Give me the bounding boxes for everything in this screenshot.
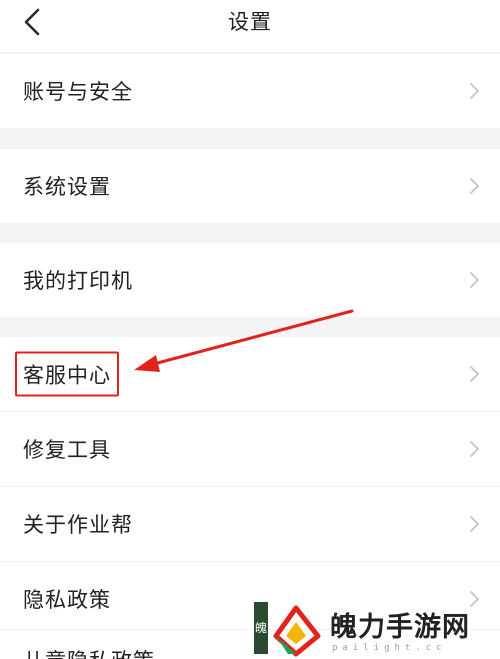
- watermark-domain: pailight.cc: [332, 643, 447, 653]
- chevron-right-icon: [470, 516, 479, 532]
- settings-screen: 设置 账号与安全 系统设置 我的打印机 客服中心 修复工具 关于作业帮 隐私政策…: [0, 0, 500, 659]
- watermark-logo-icon: 魄: [254, 602, 321, 657]
- page-title: 设置: [228, 10, 272, 34]
- chevron-right-icon: [470, 441, 479, 457]
- settings-item-label: 客服中心: [15, 351, 119, 397]
- settings-item-repair-tools[interactable]: 修复工具: [0, 412, 500, 486]
- settings-item-label: 账号与安全: [23, 80, 133, 104]
- svg-text:魄: 魄: [255, 620, 267, 635]
- settings-item-label: 我的打印机: [23, 269, 133, 293]
- settings-item-label: 隐私政策: [23, 588, 111, 612]
- settings-item-account-security[interactable]: 账号与安全: [0, 54, 500, 128]
- chevron-right-icon: [470, 366, 479, 382]
- watermark: 魄 魄力手游网 pailight.cc: [246, 596, 500, 659]
- chevron-right-icon: [470, 178, 479, 194]
- settings-item-label: 关于作业帮: [23, 513, 133, 537]
- watermark-brand: 魄力手游网: [330, 612, 470, 643]
- settings-item-customer-service[interactable]: 客服中心: [0, 337, 500, 411]
- top-navigation-bar: 设置: [0, 0, 500, 53]
- settings-item-system-settings[interactable]: 系统设置: [0, 149, 500, 223]
- settings-item-about[interactable]: 关于作业帮: [0, 487, 500, 561]
- chevron-right-icon: [470, 83, 479, 99]
- settings-item-label: 系统设置: [23, 175, 111, 199]
- chevron-right-icon: [470, 272, 479, 288]
- settings-item-label: 修复工具: [23, 438, 111, 462]
- settings-item-my-printer[interactable]: 我的打印机: [0, 243, 500, 317]
- settings-item-label: 儿童隐私政策: [23, 645, 155, 659]
